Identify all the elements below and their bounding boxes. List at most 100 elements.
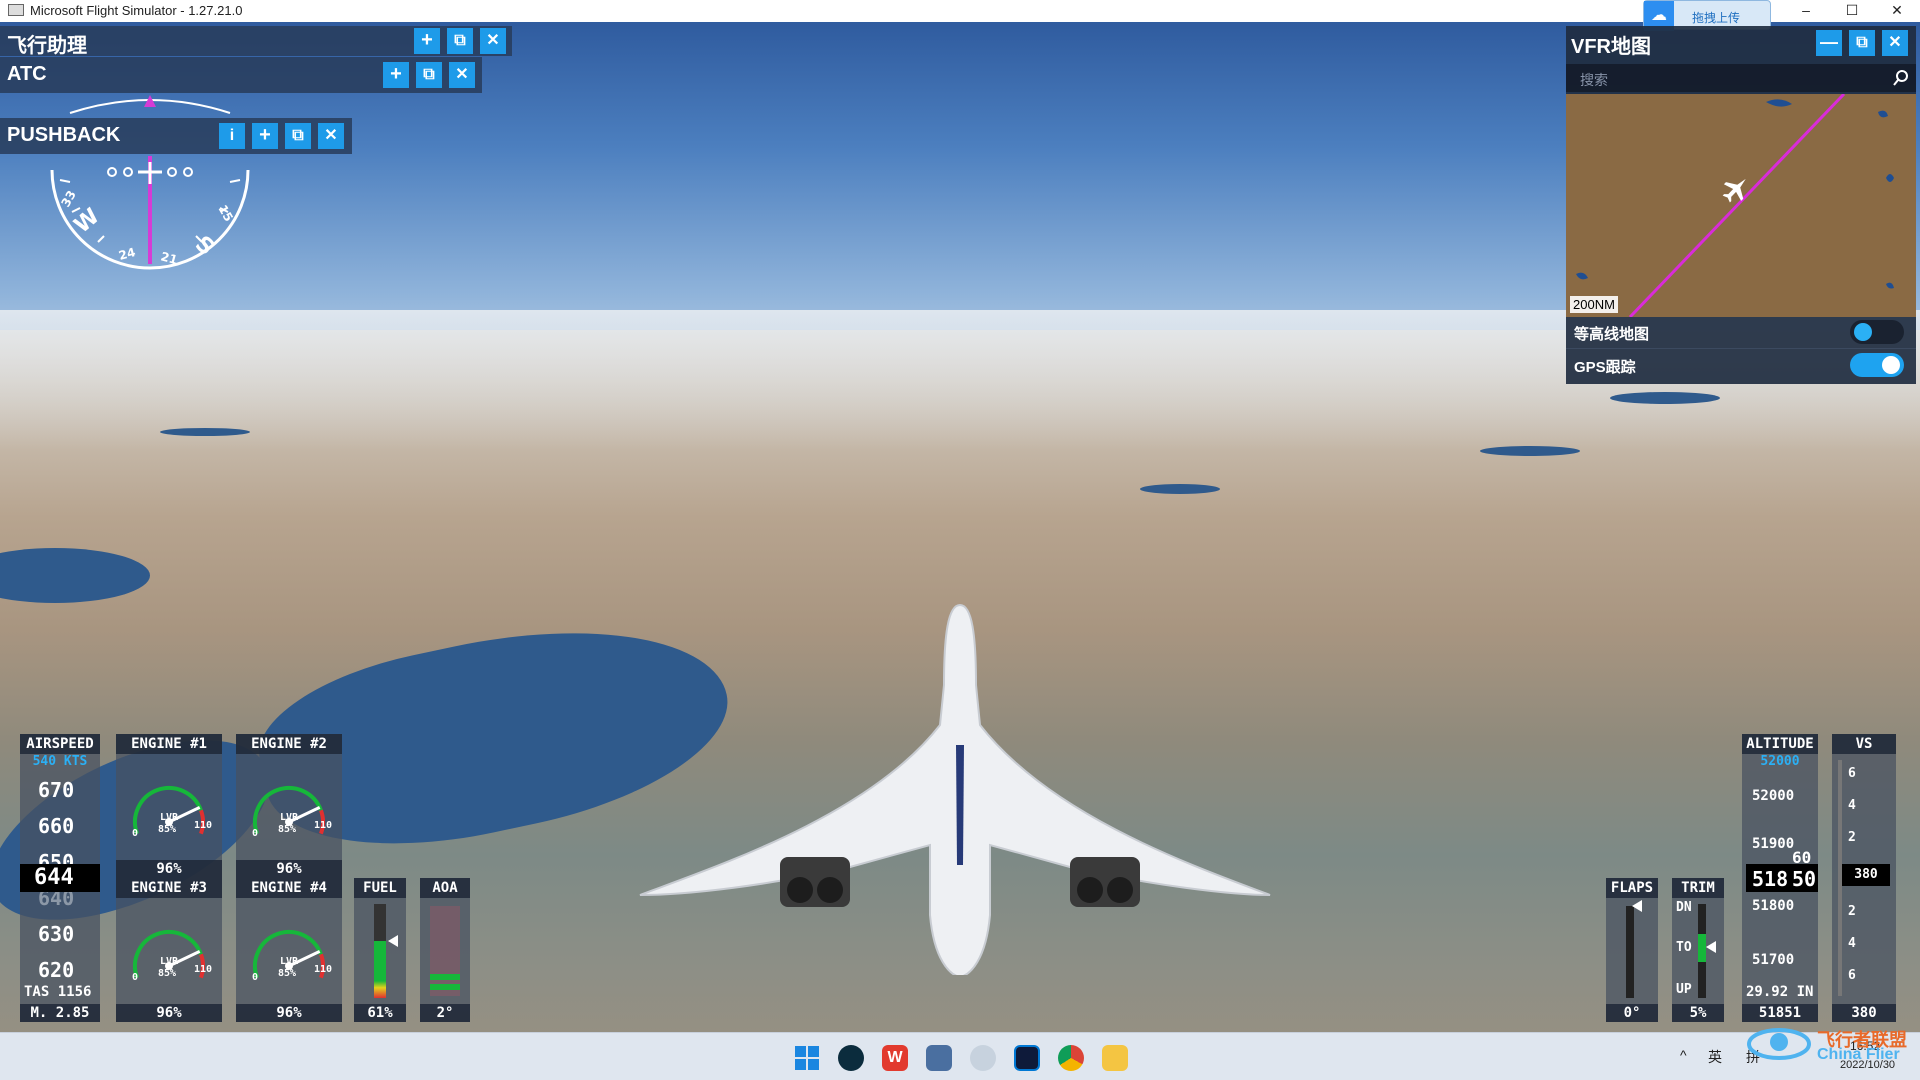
current-altitude-roll-above: 60 <box>1792 848 1812 867</box>
search-icon[interactable] <box>1893 70 1909 86</box>
flaps-track <box>1626 906 1634 998</box>
add-button[interactable]: + <box>383 62 409 88</box>
popout-button[interactable]: ⧉ <box>1849 30 1875 56</box>
altitude-tick: 51700 <box>1752 952 1795 968</box>
flight-assistant-panel: 飞行助理 + ⧉ ✕ <box>0 26 512 57</box>
close-window-button[interactable]: ✕ <box>1874 0 1920 22</box>
engine-scale-min: 0 <box>132 828 139 839</box>
contour-map-toggle[interactable] <box>1850 320 1904 344</box>
popout-button[interactable]: ⧉ <box>285 123 311 149</box>
engine-scale-min: 0 <box>252 972 259 983</box>
close-button[interactable]: ✕ <box>480 28 506 54</box>
engine-value: 96% <box>116 1004 222 1022</box>
add-button[interactable]: + <box>414 28 440 54</box>
trim-indicator: TRIM DN TO UP 5% <box>1672 878 1724 1022</box>
engine-label: ENGINE #1 <box>116 734 222 754</box>
current-altitude: 518 <box>1752 867 1789 891</box>
watermark-line2: China Flier <box>1817 1046 1900 1063</box>
panel-title: PUSHBACK <box>7 124 121 146</box>
flight-sim-icon[interactable] <box>1014 1045 1040 1071</box>
engine-scale-max: 110 <box>314 964 333 975</box>
popout-button[interactable]: ⧉ <box>416 62 442 88</box>
globe-icon[interactable] <box>970 1045 996 1071</box>
engine-dial <box>133 785 205 835</box>
photos-icon[interactable] <box>926 1045 952 1071</box>
windows-start-icon[interactable] <box>794 1045 820 1071</box>
altitude-indicator: ALTITUDE 52000 52000 51900 51800 51700 5… <box>1742 734 1818 1022</box>
browser-icon[interactable] <box>838 1045 864 1071</box>
engine-value: 96% <box>116 860 222 878</box>
engine-scale-max: 110 <box>314 820 333 831</box>
tray-chevron-icon[interactable]: ^ <box>1680 1047 1687 1063</box>
engine-gauge: ENGINE #3 LVR 85% 0 110 96% <box>116 878 222 1022</box>
vs-tick: 2 <box>1848 904 1856 919</box>
fuel-bar-track <box>374 904 386 998</box>
vs-label: VS <box>1832 734 1896 754</box>
compass-label-21: 21 <box>159 249 179 267</box>
vfr-map-view[interactable]: 200NM <box>1566 94 1916 317</box>
info-button[interactable]: i <box>219 123 245 149</box>
altitude-label: ALTITUDE <box>1742 734 1818 754</box>
aoa-label: AOA <box>420 878 470 898</box>
engine-dial <box>133 929 205 979</box>
vertical-speed-indicator: VS 6 4 2 2 4 6 380 380 <box>1832 734 1896 1022</box>
chrome-icon[interactable] <box>1058 1045 1084 1071</box>
engine-label: ENGINE #2 <box>236 734 342 754</box>
lake <box>1140 484 1220 494</box>
map-search-input[interactable]: 搜索 <box>1566 64 1916 92</box>
fuel-value: 61% <box>354 1004 406 1022</box>
engine-value: 96% <box>236 1004 342 1022</box>
close-button[interactable]: ✕ <box>318 123 344 149</box>
altitude-tick: 51900 <box>1752 836 1795 852</box>
mach-number: M. 2.85 <box>20 1004 100 1022</box>
lvr-value: 85% <box>278 968 297 979</box>
aoa-bar <box>430 984 460 990</box>
lake <box>1610 392 1720 404</box>
search-placeholder: 搜索 <box>1580 72 1608 88</box>
window-title: Microsoft Flight Simulator - 1.27.21.0 <box>30 3 243 18</box>
current-altitude-box: 518 50 60 <box>1746 848 1818 892</box>
lvr-label: LVR <box>280 812 299 823</box>
current-vs: 380 <box>1842 864 1890 886</box>
upload-label: 拖拽上传 <box>1692 11 1741 25</box>
panel-title: 飞行助理 <box>7 35 87 57</box>
trim-takeoff-band <box>1698 934 1706 962</box>
aoa-bar-track <box>430 906 460 996</box>
aircraft <box>639 603 1271 975</box>
engine-label: ENGINE #3 <box>116 878 222 898</box>
window-title-bar: Microsoft Flight Simulator - 1.27.21.0 –… <box>0 0 1920 22</box>
heading-compass: 33 W 24 21 S 15 <box>50 156 250 270</box>
close-button[interactable]: ✕ <box>1882 30 1908 56</box>
aoa-value: 2° <box>420 1004 470 1022</box>
taskbar: W ^ 英 拼 16:52 2022/10/30 <box>0 1032 1920 1080</box>
popout-button[interactable]: ⧉ <box>447 28 473 54</box>
airspeed-label: AIRSPEED <box>20 734 100 754</box>
trim-up: UP <box>1676 982 1692 997</box>
watermark-logo <box>1747 1028 1811 1060</box>
altitude-tick: 51800 <box>1752 898 1795 914</box>
minimize-map-button[interactable]: — <box>1816 30 1842 56</box>
aoa-gauge: AOA 2° <box>420 878 470 1022</box>
gps-track-toggle[interactable] <box>1850 353 1904 377</box>
airspeed-tick: 670 <box>38 778 75 802</box>
trim-value: 5% <box>1672 1004 1724 1022</box>
compass-top-arc <box>69 95 231 114</box>
wps-icon[interactable]: W <box>882 1045 908 1071</box>
vs-tick: 6 <box>1848 968 1856 983</box>
trim-to: TO <box>1676 940 1692 955</box>
vs-tick: 2 <box>1848 830 1856 845</box>
airspeed-tick: 630 <box>38 922 75 946</box>
flaps-pointer <box>1632 900 1642 912</box>
aircraft-position-icon <box>1722 178 1746 203</box>
folder-icon[interactable] <box>1102 1045 1128 1071</box>
add-button[interactable]: + <box>252 123 278 149</box>
baro-setting: 29.92 IN <box>1746 984 1814 1000</box>
maximize-button[interactable]: ☐ <box>1829 0 1875 22</box>
selected-altitude: 52000 <box>1760 754 1800 769</box>
close-button[interactable]: ✕ <box>449 62 475 88</box>
flaps-value: 0° <box>1606 1004 1658 1022</box>
engine-dial <box>253 785 325 835</box>
ime-lang-indicator[interactable]: 英 <box>1708 1047 1722 1067</box>
trim-label: TRIM <box>1672 878 1724 898</box>
minimize-button[interactable]: – <box>1783 0 1829 22</box>
